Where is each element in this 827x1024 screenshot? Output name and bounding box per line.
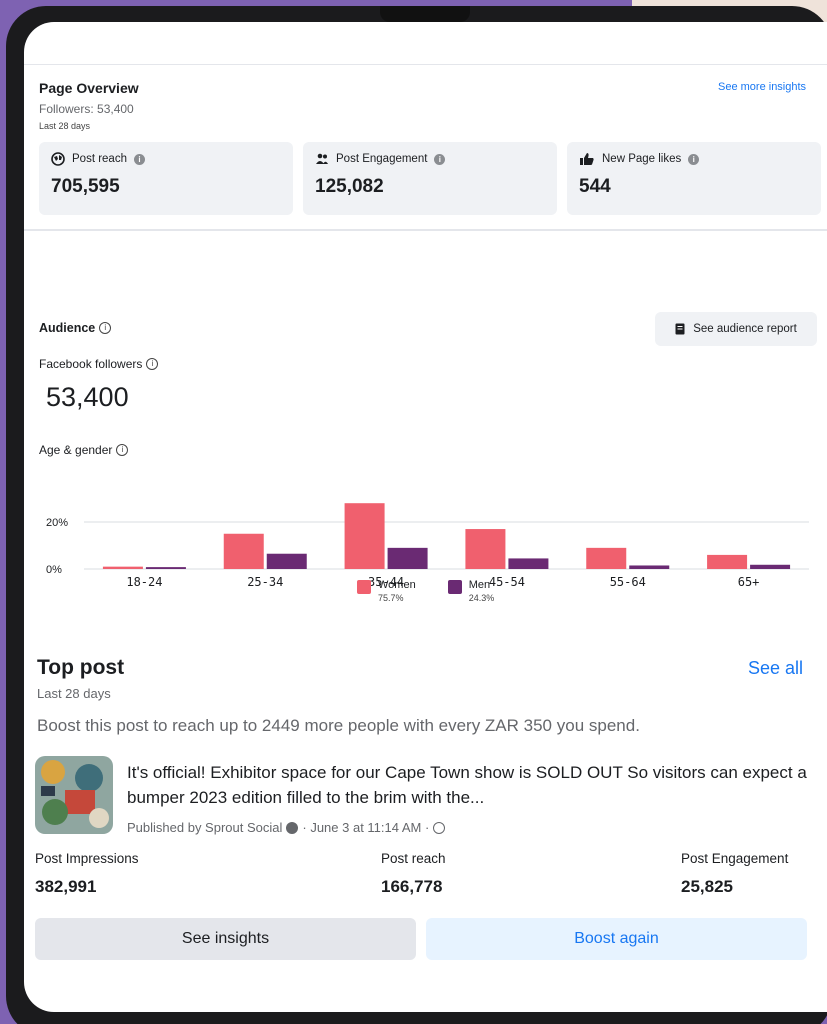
top-post-reach-label: Post reach [381, 851, 446, 866]
legend-swatch-women [357, 580, 371, 594]
globe-icon [51, 152, 65, 166]
post-engagement-value: 125,082 [315, 176, 384, 197]
bar-women [707, 554, 748, 569]
bar-women [344, 503, 385, 569]
report-icon [675, 323, 685, 335]
section-divider [24, 229, 827, 231]
boost-message: Boost this post to reach up to 2449 more… [37, 716, 640, 735]
info-icon [286, 821, 299, 834]
x-tick-label: 45-54 [489, 575, 525, 587]
legend-pct-women: 75.7% [378, 593, 404, 603]
bar-women [465, 529, 506, 569]
new-page-likes-value: 544 [579, 176, 611, 197]
overview-period: Last 28 days [39, 121, 91, 131]
chart-legend: Women 75.7% Men 24.3% [357, 579, 494, 603]
y-tick-label: 0% [46, 564, 62, 576]
info-icon[interactable]: i [434, 153, 446, 165]
y-tick-label: 20% [46, 517, 68, 529]
legend-swatch-men [447, 580, 462, 594]
people-icon [316, 153, 328, 164]
post-meta: Published by Sprout Social · June 3 at 1… [127, 820, 446, 835]
top-post-reach-value: 166,778 [381, 877, 443, 896]
post-reach-label-row: Post reach i [51, 152, 145, 166]
age-gender-heading: Age & gender i [39, 443, 129, 457]
bar-women [102, 566, 143, 569]
legend-item-women: Women 75.7% [357, 579, 416, 603]
x-tick-label: 18-24 [126, 575, 162, 587]
x-tick-label: 55-64 [610, 575, 646, 587]
top-post-period: Last 28 days [37, 686, 111, 701]
published-date: · June 3 at 11:14 AM · [302, 820, 430, 835]
top-divider [24, 64, 827, 65]
x-tick-label: 25-34 [247, 575, 283, 587]
info-icon[interactable]: i [99, 322, 112, 334]
post-reach-card[interactable]: Post reach i 705,595 [39, 142, 293, 215]
new-page-likes-card[interactable]: New Page likes i 544 [567, 142, 821, 215]
legend-item-men: Men 24.3% [447, 579, 495, 603]
post-thumbnail[interactable] [35, 756, 113, 834]
legend-text-women: Women 75.7% [378, 579, 416, 603]
tablet-hinge [380, 6, 470, 22]
facebook-followers-count: 53,400 [46, 382, 129, 412]
public-globe-icon [433, 821, 446, 834]
legend-text-men: Men 24.3% [469, 579, 495, 603]
see-insights-button[interactable]: See insights [35, 918, 416, 960]
bar-men [629, 565, 670, 569]
legend-label-men: Men [468, 579, 491, 591]
post-reach-label: Post reach [72, 153, 127, 165]
see-audience-report-button[interactable]: See audience report [655, 312, 817, 346]
post-impressions-value: 382,991 [35, 877, 97, 896]
post-engagement-label: Post Engagement [336, 153, 428, 165]
facebook-followers-label: Facebook followers [39, 357, 143, 371]
followers-summary: Followers: 53,400 [39, 102, 134, 116]
page-overview-title: Page Overview [39, 80, 139, 96]
see-all-link[interactable]: See all [748, 658, 803, 679]
x-tick-label: 65+ [738, 575, 760, 587]
facebook-followers-heading: Facebook followers i [39, 357, 159, 371]
post-text[interactable]: It's official! Exhibitor space for our C… [127, 760, 817, 810]
new-page-likes-label-row: New Page likes i [579, 152, 700, 166]
see-audience-report-label: See audience report [693, 323, 797, 335]
bar-men [266, 553, 307, 569]
legend-pct-men: 24.3% [468, 593, 495, 603]
bar-men [508, 558, 549, 569]
age-gender-chart: 0%20%18-24 25-34 35-44 45-54 55-64 65+ [46, 503, 809, 587]
post-image [35, 756, 113, 834]
info-icon[interactable]: i [688, 153, 700, 165]
new-page-likes-label: New Page likes [602, 153, 682, 165]
bar-men [145, 567, 186, 569]
top-post-engagement-value: 25,825 [681, 877, 733, 896]
post-engagement-card[interactable]: Post Engagement i 125,082 [303, 142, 557, 215]
boost-again-button[interactable]: Boost again [426, 918, 807, 960]
post-engagement-label-row: Post Engagement i [315, 152, 446, 166]
bar-men [750, 564, 791, 569]
thumbs-up-icon [580, 153, 594, 165]
top-post-engagement-label: Post Engagement [681, 851, 789, 866]
see-more-insights-link[interactable]: See more insights [718, 81, 806, 93]
post-reach-value: 705,595 [51, 176, 120, 197]
info-icon[interactable]: i [146, 358, 159, 370]
bar-men [387, 547, 428, 569]
published-by: Published by Sprout Social [127, 820, 283, 835]
age-gender-label: Age & gender [39, 443, 113, 457]
audience-heading: Audience i [39, 321, 112, 335]
legend-label-women: Women [378, 579, 416, 591]
info-icon[interactable]: i [133, 153, 145, 165]
post-impressions-label: Post Impressions [35, 851, 139, 866]
bar-women [586, 547, 627, 569]
insights-screen: Page Overview Followers: 53,400 Last 28 … [24, 22, 827, 1012]
top-post-title: Top post [37, 656, 125, 679]
bar-women [223, 533, 264, 569]
info-icon[interactable]: i [116, 444, 129, 456]
audience-title: Audience [39, 321, 96, 335]
